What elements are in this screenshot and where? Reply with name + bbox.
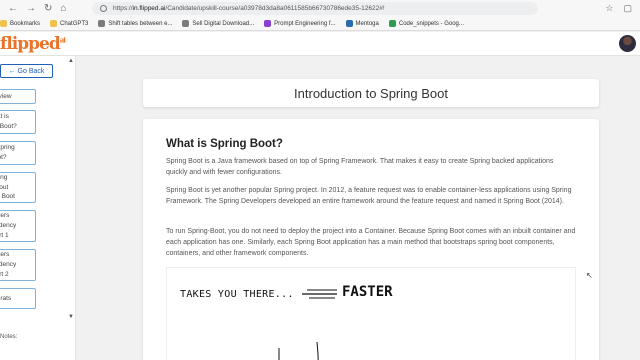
- sidebar-item-label: Why Spring Boot?: [0, 144, 15, 161]
- home-icon[interactable]: ⌂: [60, 3, 66, 14]
- bookmark-label: Shift tables between e...: [108, 20, 173, 27]
- bookmark-label: ChatGPT3: [60, 20, 89, 27]
- globe-icon: [345, 20, 353, 27]
- go-back-button[interactable]: ← Go Back: [0, 64, 53, 78]
- bookmark-label: Prompt Engineering f...: [274, 20, 336, 27]
- sidebar-item[interactable]: Overview: [0, 89, 36, 104]
- url-prefix: https://: [113, 5, 133, 12]
- browser-actions: ☆ ▢: [605, 3, 632, 14]
- bookmark-label: Mentoga: [355, 20, 379, 27]
- doc-icon: [182, 20, 190, 27]
- scroll-down-icon[interactable]: ▼: [68, 314, 74, 320]
- sidebar-item[interactable]: Starters Dependency - Part 2: [0, 249, 36, 281]
- lesson-heading: What is Spring Boot?: [166, 138, 283, 150]
- star-icon[interactable]: ☆: [605, 3, 613, 14]
- lesson-paragraph-3: To run Spring-Boot, you do not need to d…: [166, 228, 576, 257]
- globe-icon: [264, 20, 272, 27]
- bookmark-label: Sell Digital Download...: [192, 20, 255, 27]
- sidebar-item-label: Starters Dependency - Part 1: [0, 212, 17, 239]
- reload-icon[interactable]: ↻: [44, 3, 52, 14]
- lesson-paragraph-2: Spring Boot is yet another popular Sprin…: [166, 187, 572, 205]
- sidebar-item[interactable]: Congrats: [0, 288, 36, 309]
- sidebar-item-label: Starters Dependency - Part 2: [0, 251, 17, 278]
- sidebar-item[interactable]: What is Spring Boot?: [0, 110, 36, 134]
- lesson-paragraph-1: Spring Boot is a Java framework based on…: [166, 158, 554, 176]
- back-icon[interactable]: ←: [8, 3, 18, 14]
- main-content: Introduction to Spring Boot What is Spri…: [77, 56, 640, 360]
- notes-label: Notes:: [0, 334, 18, 340]
- spring-boot-illustration: TAKES YOU THERE... FASTER: [166, 267, 576, 360]
- bookmark-item[interactable]: Prompt Engineering f...: [264, 20, 336, 27]
- browser-toolbar: ← → ↻ ⌂ https://in.flipped.ai/Candidate/…: [0, 0, 640, 17]
- bookmark-label: Bookmarks: [10, 20, 41, 27]
- sidebar-item-label: What is Spring Boot?: [0, 113, 17, 130]
- bookmark-item[interactable]: ChatGPT3: [50, 20, 88, 27]
- course-sidebar: ← Go Back ▲ Overview What is Spring Boot?…: [0, 56, 76, 360]
- lock-icon: [100, 5, 107, 12]
- bookmark-item[interactable]: Bookmarks: [0, 20, 40, 27]
- bookmark-item[interactable]: Sell Digital Download...: [182, 20, 254, 27]
- page-title: Introduction to Spring Boot: [143, 79, 599, 107]
- url-path: /Candidate/upskill-course/a03978d3da8a06…: [165, 5, 385, 12]
- doc-icon: [98, 20, 106, 27]
- flipped-logo[interactable]: flippedai: [0, 34, 66, 54]
- browser-nav: ← → ↻ ⌂: [0, 3, 66, 14]
- forward-icon[interactable]: →: [26, 3, 36, 14]
- logo-sup: ai: [59, 35, 66, 45]
- sidebar-item[interactable]: Why Spring Boot?: [0, 141, 36, 165]
- scroll-up-icon[interactable]: ▲: [68, 58, 74, 64]
- tab-icon[interactable]: ▢: [623, 3, 632, 14]
- app-header: flippedai: [0, 32, 640, 56]
- sidebar-item-label: Spring without Spring Boot: [0, 173, 15, 201]
- sidebar-item-label: Overview: [0, 92, 12, 100]
- bookmark-label: Code_snippets - Goog...: [398, 20, 464, 27]
- bookmark-item[interactable]: Mentoga: [345, 20, 379, 27]
- bookmark-item[interactable]: Shift tables between e...: [98, 20, 172, 27]
- sheet-icon: [388, 20, 396, 27]
- address-bar[interactable]: https://in.flipped.ai/Candidate/upskill-…: [92, 2, 538, 15]
- logo-text: flipped: [0, 34, 61, 54]
- bookmark-item[interactable]: Code_snippets - Goog...: [388, 20, 464, 27]
- url-host: in.flipped.ai: [132, 5, 166, 12]
- folder-icon: [50, 20, 58, 27]
- folder-icon: [0, 20, 7, 27]
- bookmarks-bar: Bookmarks ChatGPT3 Shift tables between e.…: [0, 17, 640, 31]
- lesson-card: What is Spring Boot? Spring Boot is a Ja…: [143, 119, 599, 360]
- sidebar-item-label: Congrats: [0, 294, 12, 302]
- mouse-cursor-icon: ↖: [586, 271, 593, 280]
- sidebar-item[interactable]: Starters Dependency - Part 1: [0, 210, 36, 242]
- speed-lines-sketch: [278, 289, 337, 360]
- sidebar-item[interactable]: Spring without Spring Boot: [0, 172, 36, 203]
- avatar[interactable]: [619, 35, 636, 52]
